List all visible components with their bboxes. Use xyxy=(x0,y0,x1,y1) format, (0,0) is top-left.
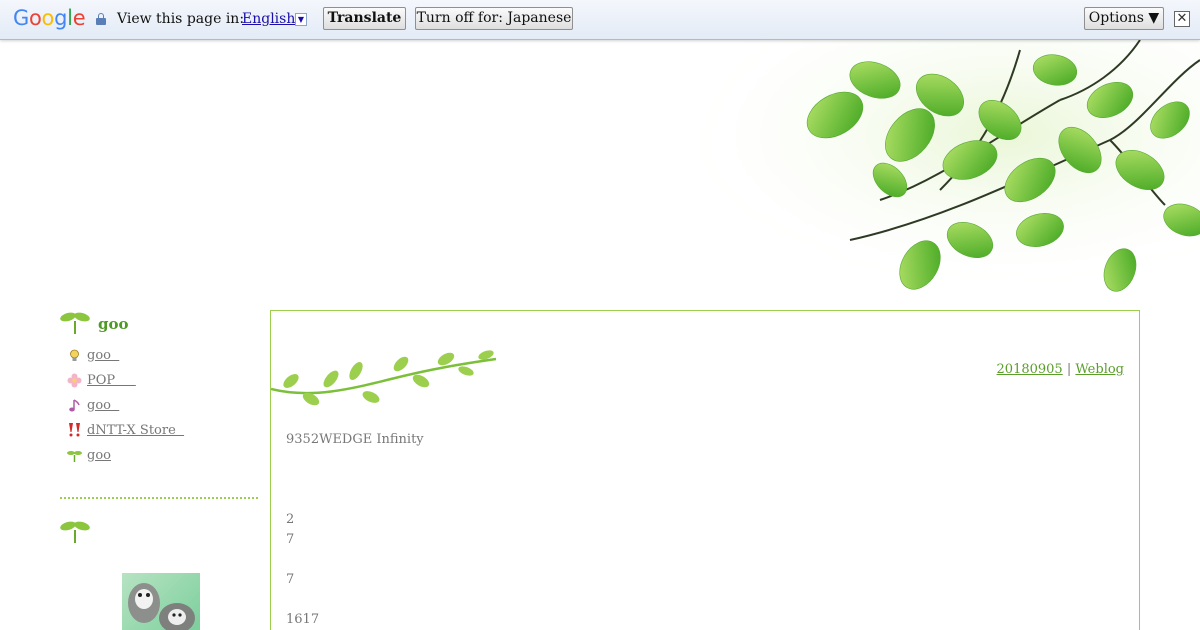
chevron-down-icon[interactable]: ▼ xyxy=(295,13,307,26)
post-date-link[interactable]: 20180905 xyxy=(997,362,1063,377)
post-body-line: 1617 xyxy=(286,612,320,627)
sidebar-title: goo xyxy=(98,315,129,333)
post-meta: 20180905 | Weblog xyxy=(997,362,1124,377)
sidebar-item-link[interactable]: goo xyxy=(87,398,119,413)
sprout-icon xyxy=(67,451,82,462)
sidebar-item-link[interactable]: goo xyxy=(87,348,119,363)
post-body-line: 7 xyxy=(286,572,295,587)
music-note-icon xyxy=(69,399,80,412)
logo-letter: G xyxy=(13,6,29,30)
meta-separator: | xyxy=(1066,362,1072,377)
language-select[interactable]: English xyxy=(242,11,295,27)
translate-bar: Google View this page in: English ▼ Tran… xyxy=(0,0,1200,40)
close-icon[interactable]: ✕ xyxy=(1174,11,1190,27)
sprout-icon xyxy=(60,312,90,334)
logo-letter: g xyxy=(54,6,68,30)
lightbulb-icon xyxy=(70,349,79,361)
flower-icon xyxy=(67,373,82,388)
profile-photo xyxy=(122,573,200,630)
sidebar-item-link[interactable]: POP xyxy=(87,373,136,388)
sidebar-item-link[interactable]: dNTT-X Store xyxy=(87,423,184,438)
post-body-line: 7 xyxy=(286,532,295,547)
logo-letter: e xyxy=(72,6,86,30)
google-logo: Google xyxy=(13,6,86,30)
post-title-line: 9352WEDGE Infinity xyxy=(286,432,424,447)
exclamation-icon xyxy=(69,423,80,437)
turn-off-button[interactable]: Turn off for: Japanese xyxy=(415,7,573,30)
options-button[interactable]: Options ▼ xyxy=(1084,7,1164,30)
post-body-line: 2 xyxy=(286,512,295,527)
lock-icon xyxy=(96,13,106,25)
logo-letter: o xyxy=(28,6,42,30)
sidebar-item-link[interactable]: goo xyxy=(87,448,111,463)
translate-button[interactable]: Translate xyxy=(323,7,406,30)
header-leaves-image xyxy=(640,40,1200,310)
post-category-link[interactable]: Weblog xyxy=(1075,362,1124,377)
vine-decoration xyxy=(271,350,497,406)
logo-letter: o xyxy=(41,6,55,30)
view-page-label: View this page in: xyxy=(117,11,245,27)
sidebar-divider xyxy=(60,497,258,499)
post-container: 20180905 | Weblog 9352WEDGE Infinity 2 7… xyxy=(270,310,1140,630)
sprout-icon xyxy=(60,521,90,543)
